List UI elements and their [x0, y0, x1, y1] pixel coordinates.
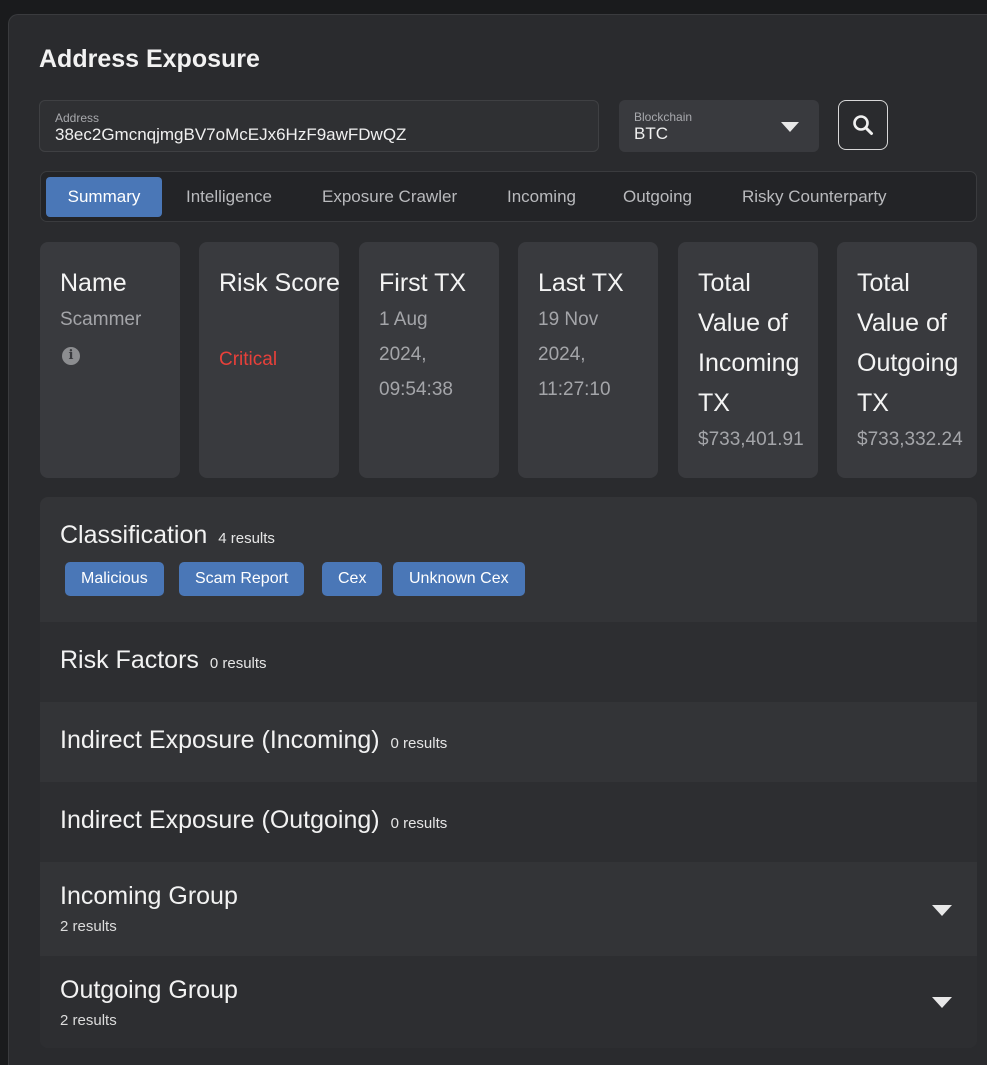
classification-count: 4 results: [218, 530, 275, 547]
risk-factors-title: Risk Factors 0 results: [60, 646, 267, 675]
outgoing-value-card: Total Value of Outgoing TX $733,332.24: [837, 242, 977, 478]
address-value[interactable]: 38ec2GmcnqjmgBV7oMcEJx6HzF9awFDwQZ: [55, 125, 406, 145]
incoming-group-count: 2 results: [60, 918, 117, 935]
page-title: Address Exposure: [39, 45, 260, 73]
tag-scam-report[interactable]: Scam Report: [179, 562, 305, 596]
risk-factors-label: Risk Factors: [60, 646, 199, 674]
name-card-title: Name: [60, 269, 127, 297]
first-tx-value: 1 Aug 2024, 09:54:38: [379, 309, 453, 400]
risk-score-value: Critical: [219, 349, 278, 370]
first-tx-title: First TX: [379, 269, 467, 297]
classification-label: Classification: [60, 521, 208, 549]
address-label: Address: [55, 111, 100, 125]
risk-score-card: Risk Score Critical: [199, 242, 340, 478]
indirect-outgoing-section[interactable]: Indirect Exposure (Outgoing) 0 results: [40, 782, 977, 862]
blockchain-value: BTC: [634, 124, 668, 143]
tab-exposure-crawler[interactable]: Exposure Crawler: [322, 177, 457, 217]
tab-bar: Summary Intelligence Exposure Crawler In…: [40, 171, 977, 222]
outgoing-group-section[interactable]: Outgoing Group 2 results: [40, 956, 977, 1048]
risk-factors-section[interactable]: Risk Factors 0 results: [40, 622, 977, 702]
incoming-value-amount: $733,401.91: [698, 429, 804, 450]
indirect-incoming-section[interactable]: Indirect Exposure (Incoming) 0 results: [40, 702, 977, 782]
tab-incoming[interactable]: Incoming: [507, 177, 576, 217]
incoming-group-section[interactable]: Incoming Group 2 results: [40, 862, 977, 956]
indirect-incoming-label: Indirect Exposure (Incoming): [60, 726, 380, 754]
blockchain-select[interactable]: Blockchain BTC: [619, 100, 819, 152]
tab-summary[interactable]: Summary: [46, 177, 162, 217]
tag-malicious[interactable]: Malicious: [65, 562, 164, 596]
incoming-value-card: Total Value of Incoming TX $733,401.91: [678, 242, 818, 478]
chevron-down-icon[interactable]: [781, 122, 799, 132]
info-icon[interactable]: i: [62, 347, 80, 365]
address-input[interactable]: Address 38ec2GmcnqjmgBV7oMcEJx6HzF9awFDw…: [39, 100, 599, 152]
classification-section: Classification 4 results Malicious Scam …: [40, 497, 977, 622]
tag-cex[interactable]: Cex: [322, 562, 383, 596]
tag-unknown-cex[interactable]: Unknown Cex: [393, 562, 525, 596]
last-tx-value: 19 Nov 2024, 11:27:10: [538, 309, 611, 400]
tab-intelligence[interactable]: Intelligence: [186, 177, 272, 217]
address-exposure-panel: Address Exposure Address 38ec2GmcnqjmgBV…: [8, 14, 987, 1065]
indirect-outgoing-title: Indirect Exposure (Outgoing) 0 results: [60, 806, 447, 835]
last-tx-card: Last TX 19 Nov 2024, 11:27:10: [518, 242, 658, 478]
tab-risky-counterparty[interactable]: Risky Counterparty: [742, 177, 887, 217]
search-icon: [853, 115, 873, 135]
outgoing-value-amount: $733,332.24: [857, 429, 963, 450]
risk-factors-count: 0 results: [209, 655, 267, 672]
indirect-incoming-title: Indirect Exposure (Incoming) 0 results: [60, 726, 447, 755]
incoming-value-title: Total Value of Incoming TX: [698, 269, 800, 417]
outgoing-group-title: Outgoing Group: [60, 976, 238, 1004]
chevron-down-icon[interactable]: [932, 905, 952, 916]
classification-title: Classification 4 results: [60, 521, 275, 550]
outgoing-group-count: 2 results: [60, 1012, 117, 1029]
chevron-down-icon[interactable]: [932, 997, 952, 1008]
indirect-incoming-count: 0 results: [390, 735, 448, 752]
name-card-value: Scammer: [60, 309, 142, 330]
indirect-outgoing-count: 0 results: [390, 815, 448, 832]
tab-outgoing[interactable]: Outgoing: [623, 177, 692, 217]
search-button[interactable]: [838, 100, 888, 150]
indirect-outgoing-label: Indirect Exposure (Outgoing): [60, 806, 380, 834]
name-card: Name Scammer i: [40, 242, 180, 478]
details-sections: Classification 4 results Malicious Scam …: [40, 497, 977, 1048]
last-tx-title: Last TX: [538, 269, 624, 297]
risk-score-title: Risk Score: [219, 269, 340, 297]
outgoing-value-title: Total Value of Outgoing TX: [857, 269, 959, 417]
blockchain-label: Blockchain: [634, 110, 693, 124]
first-tx-card: First TX 1 Aug 2024, 09:54:38: [359, 242, 499, 478]
incoming-group-title: Incoming Group: [60, 882, 238, 910]
